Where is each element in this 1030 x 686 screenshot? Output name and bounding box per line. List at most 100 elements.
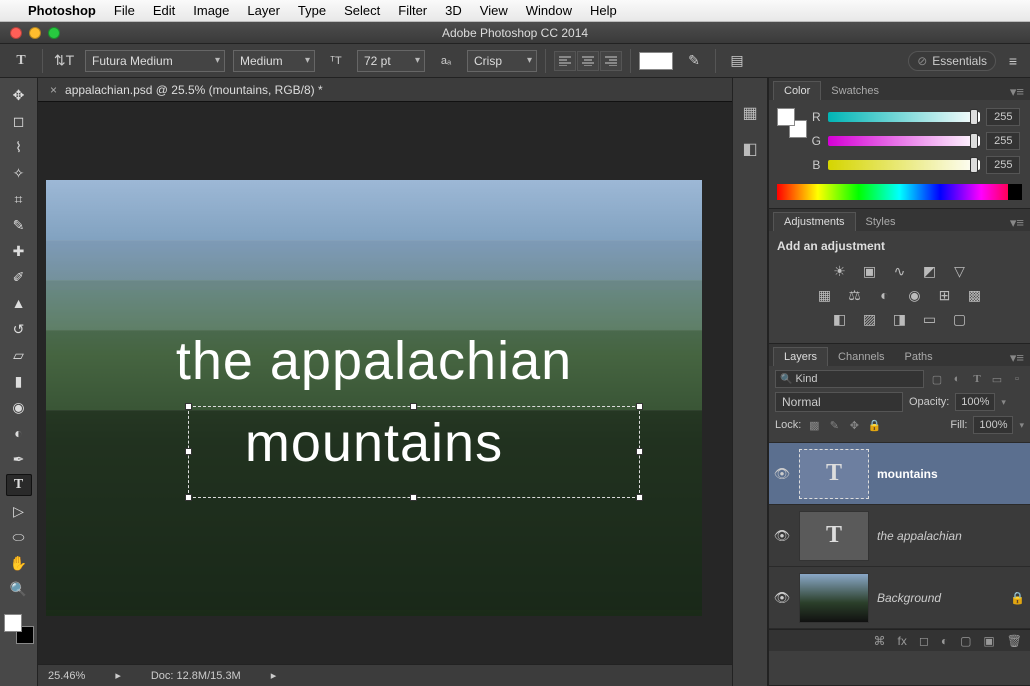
canvas[interactable]: the appalachian mountains bbox=[46, 180, 702, 616]
new-adjustment-layer-icon[interactable]: ◐ bbox=[941, 634, 948, 648]
transform-handle[interactable] bbox=[185, 448, 192, 455]
font-size-dropdown[interactable]: 72 pt bbox=[357, 50, 425, 72]
layer-filter-kind-dropdown[interactable]: Kind bbox=[775, 370, 924, 388]
g-value[interactable]: 255 bbox=[986, 132, 1020, 150]
doc-size[interactable]: Doc: 12.8M/15.3M bbox=[151, 670, 241, 682]
layer-row[interactable]: 👁 T the appalachian bbox=[769, 505, 1030, 567]
layer-row[interactable]: 👁 Background 🔒 bbox=[769, 567, 1030, 629]
zoom-arrow-icon[interactable]: ▸ bbox=[115, 669, 121, 682]
visibility-toggle-icon[interactable]: 👁 bbox=[773, 466, 791, 482]
tool-preset-icon[interactable]: T bbox=[8, 50, 34, 72]
opacity-stepper-icon[interactable]: ▾ bbox=[1001, 397, 1006, 408]
blur-tool[interactable]: ◉ bbox=[6, 396, 32, 418]
text-orientation-icon[interactable]: ⇅T bbox=[51, 50, 77, 72]
transform-handle[interactable] bbox=[185, 494, 192, 501]
transform-handle[interactable] bbox=[636, 494, 643, 501]
transform-handle[interactable] bbox=[410, 403, 417, 410]
document-tab[interactable]: × appalachian.psd @ 25.5% (mountains, RG… bbox=[38, 78, 732, 102]
workspace-switcher[interactable]: ⊘ Essentials bbox=[908, 51, 996, 71]
eraser-tool[interactable]: ▱ bbox=[6, 344, 32, 366]
layer-thumbnail[interactable]: T bbox=[799, 449, 869, 499]
layer-row[interactable]: 👁 T mountains bbox=[769, 443, 1030, 505]
tab-swatches[interactable]: Swatches bbox=[821, 82, 889, 100]
character-panel-icon[interactable]: ▤ bbox=[724, 50, 750, 72]
tab-paths[interactable]: Paths bbox=[895, 348, 943, 366]
brush-tool[interactable]: ✐ bbox=[6, 266, 32, 288]
hue-icon[interactable]: ▦ bbox=[816, 287, 834, 303]
photo-filter-icon[interactable]: ◉ bbox=[906, 287, 924, 303]
brightness-icon[interactable]: ☀ bbox=[831, 263, 849, 279]
fill-stepper-icon[interactable]: ▾ bbox=[1019, 420, 1024, 431]
lock-position-icon[interactable]: ✥ bbox=[847, 418, 861, 432]
panel-menu-icon[interactable]: ▾≡ bbox=[1004, 350, 1030, 366]
filter-smart-icon[interactable]: ▫ bbox=[1010, 372, 1024, 386]
link-layers-icon[interactable]: ⌘ bbox=[874, 634, 886, 648]
lock-all-icon[interactable]: 🔒 bbox=[867, 418, 881, 432]
new-group-icon[interactable]: ▢ bbox=[960, 634, 971, 648]
vibrance-icon[interactable]: ▽ bbox=[951, 263, 969, 279]
eyedropper-tool[interactable]: ✎ bbox=[6, 214, 32, 236]
menu-window[interactable]: Window bbox=[526, 3, 572, 18]
layer-name[interactable]: Background bbox=[877, 591, 1002, 605]
marquee-tool[interactable]: ◻ bbox=[6, 110, 32, 132]
levels-icon[interactable]: ▣ bbox=[861, 263, 879, 279]
dodge-tool[interactable]: ◐ bbox=[6, 422, 32, 444]
filter-type-icon[interactable]: T bbox=[970, 372, 984, 386]
new-layer-icon[interactable]: ▣ bbox=[983, 634, 994, 648]
layer-style-icon[interactable]: fx bbox=[898, 634, 907, 648]
transform-handle[interactable] bbox=[185, 403, 192, 410]
color-spectrum-ramp[interactable] bbox=[777, 184, 1022, 200]
workspace-menu-icon[interactable]: ≡ bbox=[1004, 50, 1022, 72]
warp-text-icon[interactable]: ✎ bbox=[681, 50, 707, 72]
align-right-button[interactable] bbox=[600, 51, 622, 71]
filter-shape-icon[interactable]: ▭ bbox=[990, 372, 1004, 386]
lock-transparency-icon[interactable]: ▩ bbox=[807, 418, 821, 432]
tab-channels[interactable]: Channels bbox=[828, 348, 894, 366]
pen-tool[interactable]: ✒ bbox=[6, 448, 32, 470]
channel-mixer-icon[interactable]: ⊞ bbox=[936, 287, 954, 303]
curves-icon[interactable]: ∿ bbox=[891, 263, 909, 279]
clone-stamp-tool[interactable]: ▲ bbox=[6, 292, 32, 314]
menu-edit[interactable]: Edit bbox=[153, 3, 175, 18]
delete-layer-icon[interactable]: 🗑 bbox=[1007, 634, 1022, 648]
close-window-button[interactable] bbox=[10, 27, 22, 39]
layer-name[interactable]: mountains bbox=[877, 467, 1026, 481]
canvas-viewport[interactable]: the appalachian mountains bbox=[38, 102, 732, 664]
b-value[interactable]: 255 bbox=[986, 156, 1020, 174]
layer-name[interactable]: the appalachian bbox=[877, 529, 1026, 543]
color-fg-bg-swatches[interactable] bbox=[777, 108, 807, 138]
r-slider[interactable] bbox=[828, 112, 980, 122]
antialias-dropdown[interactable]: Crisp bbox=[467, 50, 537, 72]
history-brush-tool[interactable]: ↺ bbox=[6, 318, 32, 340]
color-balance-icon[interactable]: ⚖ bbox=[846, 287, 864, 303]
menu-image[interactable]: Image bbox=[193, 3, 229, 18]
minimize-window-button[interactable] bbox=[29, 27, 41, 39]
magic-wand-tool[interactable]: ✧ bbox=[6, 162, 32, 184]
invert-icon[interactable]: ◧ bbox=[831, 311, 849, 327]
menu-view[interactable]: View bbox=[480, 3, 508, 18]
layer-mask-icon[interactable]: ◻ bbox=[919, 634, 929, 648]
tab-adjustments[interactable]: Adjustments bbox=[773, 212, 856, 231]
panel-menu-icon[interactable]: ▾≡ bbox=[1004, 215, 1030, 231]
menu-help[interactable]: Help bbox=[590, 3, 617, 18]
gradient-map-icon[interactable]: ▭ bbox=[921, 311, 939, 327]
font-family-dropdown[interactable]: Futura Medium bbox=[85, 50, 225, 72]
b-slider[interactable] bbox=[828, 160, 980, 170]
lock-pixels-icon[interactable]: ✎ bbox=[827, 418, 841, 432]
visibility-toggle-icon[interactable]: 👁 bbox=[773, 528, 791, 544]
transform-handle[interactable] bbox=[636, 403, 643, 410]
properties-panel-icon[interactable]: ◧ bbox=[739, 140, 761, 158]
layer-thumbnail[interactable]: T bbox=[799, 511, 869, 561]
path-selection-tool[interactable]: ▷ bbox=[6, 500, 32, 522]
menu-type[interactable]: Type bbox=[298, 3, 326, 18]
tab-color[interactable]: Color bbox=[773, 81, 821, 100]
transform-handle[interactable] bbox=[410, 494, 417, 501]
align-left-button[interactable] bbox=[554, 51, 576, 71]
fill-value[interactable]: 100% bbox=[973, 416, 1013, 434]
opacity-value[interactable]: 100% bbox=[955, 393, 995, 411]
tab-styles[interactable]: Styles bbox=[856, 213, 906, 231]
panel-menu-icon[interactable]: ▾≡ bbox=[1004, 84, 1030, 100]
layer-thumbnail[interactable] bbox=[799, 573, 869, 623]
doc-arrow-icon[interactable]: ▸ bbox=[271, 669, 277, 682]
hand-tool[interactable]: ✋ bbox=[6, 552, 32, 574]
